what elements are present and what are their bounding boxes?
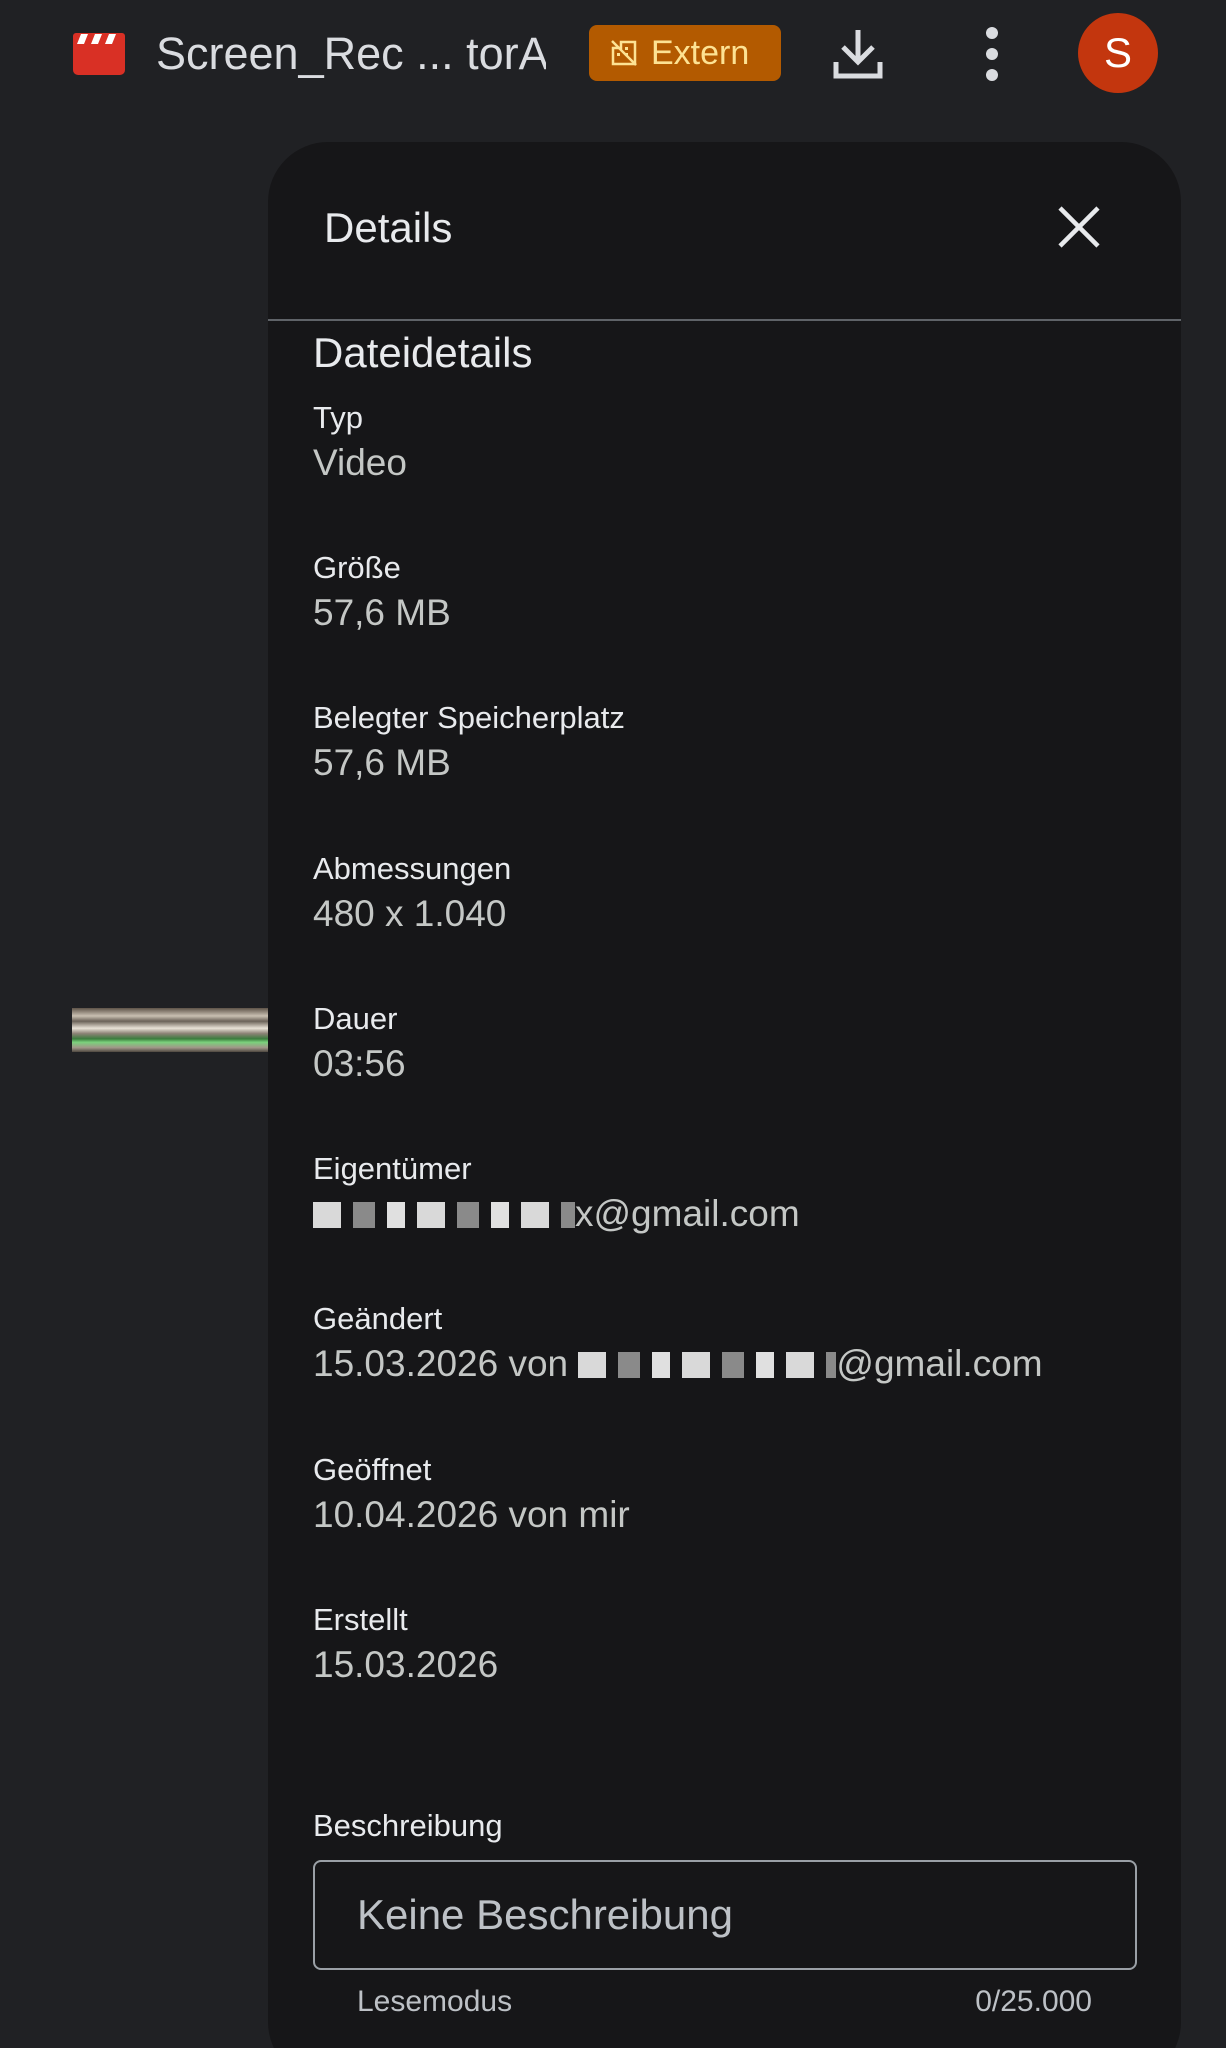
detail-label: Dauer [313, 1001, 398, 1036]
close-button[interactable] [1056, 204, 1102, 250]
section-heading-file-details: Dateidetails [313, 329, 533, 376]
detail-value: 10.04.2026 von mir [313, 1494, 630, 1535]
detail-size: Größe 57,6 MB [313, 548, 1153, 638]
detail-value: 15.03.2026 von @gmail.com [313, 1339, 1153, 1389]
more-vert-icon [986, 27, 998, 81]
external-badge-label: Extern [651, 34, 750, 72]
description-mode-hint: Lesemodus [357, 1985, 513, 2018]
detail-value: 57,6 MB [313, 742, 451, 783]
detail-storage-used: Belegter Speicherplatz 57,6 MB [313, 698, 1153, 788]
modified-date: 15.03.2026 von [313, 1343, 569, 1384]
drive-file-viewer: Screen_Rec ... torA Extern S Details Dat… [0, 0, 1226, 2048]
video-file-icon [73, 31, 125, 75]
detail-owner: Eigentümer x@gmail.com [313, 1149, 1153, 1239]
detail-label: Erstellt [313, 1602, 408, 1637]
more-options-button[interactable] [970, 24, 1014, 84]
detail-label: Geändert [313, 1301, 443, 1336]
modified-by-email: @gmail.com [836, 1343, 1043, 1384]
detail-label: Größe [313, 550, 401, 585]
detail-label: Eigentümer [313, 1151, 472, 1186]
detail-value: Video [313, 442, 407, 483]
details-panel: Details Dateidetails Typ Video Größe 57,… [268, 142, 1181, 2048]
detail-dimensions: Abmessungen 480 x 1.040 [313, 849, 1153, 939]
detail-label: Belegter Speicherplatz [313, 700, 625, 735]
external-badge[interactable]: Extern [589, 25, 781, 81]
redacted-email [578, 1352, 837, 1378]
download-button[interactable] [828, 26, 888, 82]
description-label: Beschreibung [313, 1808, 503, 1843]
panel-title: Details [324, 204, 453, 251]
redacted-email [313, 1202, 575, 1228]
description-char-counter: 0/25.000 [975, 1985, 1092, 2018]
detail-label: Abmessungen [313, 851, 512, 886]
description-input[interactable] [313, 1860, 1137, 1970]
account-avatar[interactable]: S [1078, 13, 1158, 93]
top-app-bar: Screen_Rec ... torA Extern S [0, 0, 1226, 106]
video-thumbnail[interactable] [72, 1008, 272, 1052]
close-icon [1058, 206, 1100, 248]
detail-value: 03:56 [313, 1043, 406, 1084]
detail-modified: Geändert 15.03.2026 von @gmail.com [313, 1299, 1153, 1389]
detail-value: 57,6 MB [313, 592, 451, 633]
file-title[interactable]: Screen_Rec ... torA [156, 22, 546, 86]
external-domain-icon [611, 40, 637, 66]
detail-type: Typ Video [313, 398, 1153, 488]
detail-created: Erstellt 15.03.2026 [313, 1600, 1153, 1690]
detail-value: 15.03.2026 [313, 1644, 499, 1685]
download-icon [833, 30, 883, 79]
detail-label: Geöffnet [313, 1452, 432, 1487]
detail-opened: Geöffnet 10.04.2026 von mir [313, 1450, 1153, 1540]
detail-label: Typ [313, 400, 363, 435]
detail-value: x@gmail.com [313, 1189, 1153, 1239]
detail-duration: Dauer 03:56 [313, 999, 1153, 1089]
owner-email: x@gmail.com [575, 1193, 800, 1234]
detail-value: 480 x 1.040 [313, 893, 507, 934]
